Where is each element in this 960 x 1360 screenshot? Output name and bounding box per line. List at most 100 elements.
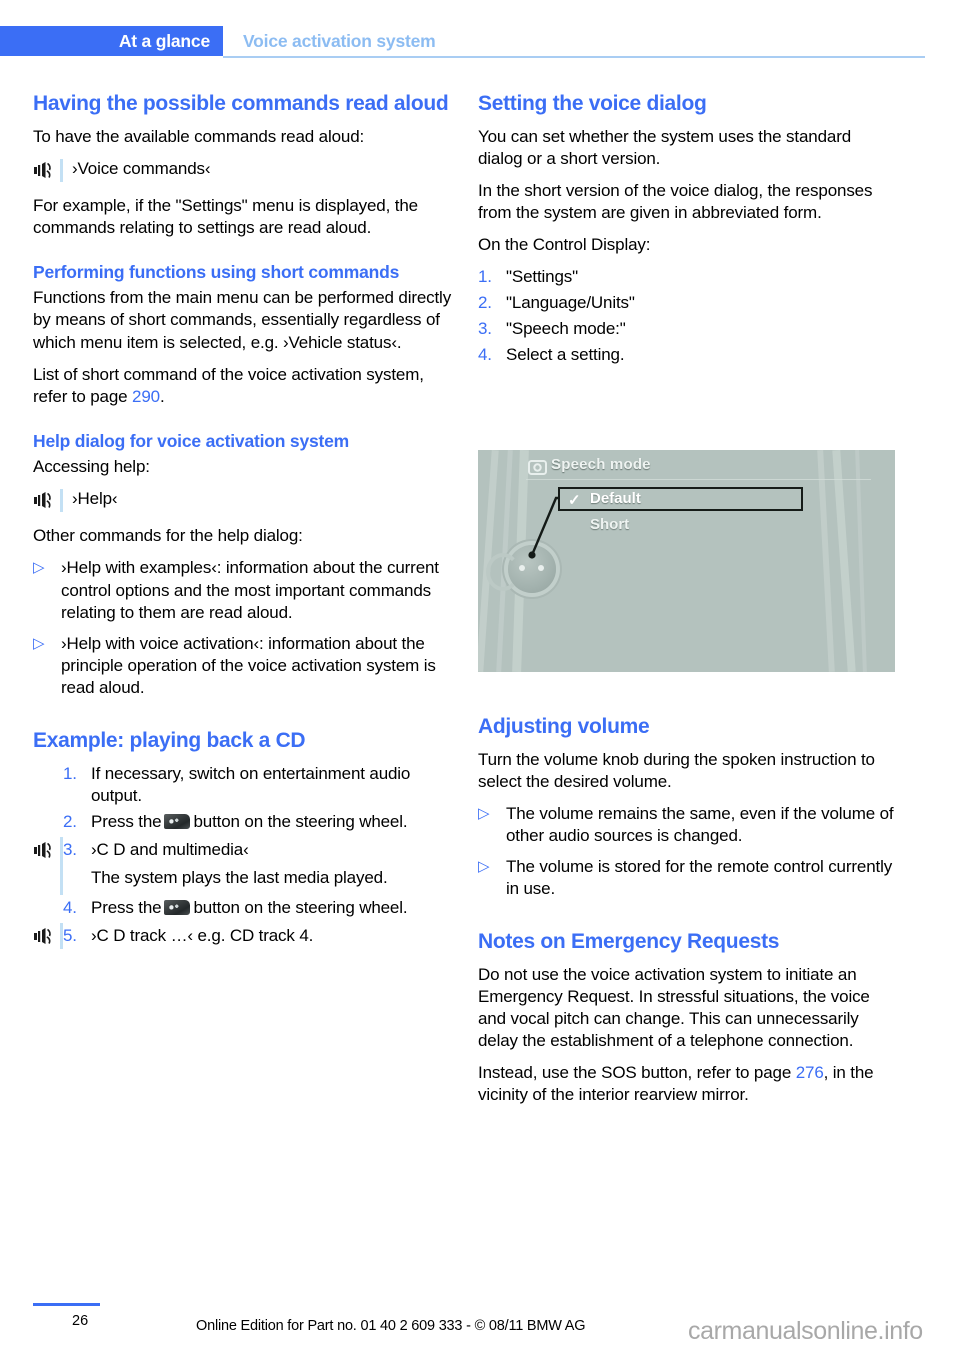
step-number: 1. [63,763,77,783]
step-number: 2. [478,293,492,313]
right-column-top: Setting the voice dialog You can set whe… [478,92,898,370]
list-item-step-3: 3. ›C D and multimedia‹ [33,836,453,895]
step-gutter [33,811,63,835]
text-short-commands-description: Functions from the main menu can be perf… [33,287,453,353]
heading-having-commands-read-aloud: Having the possible commands read aloud [33,92,449,115]
bullet-triangle-icon: ▷ [33,559,45,577]
footer-divider [33,1303,100,1306]
voice-command-row-voice-commands: ›Voice commands‹ [33,158,453,184]
heading-setting-voice-dialog: Setting the voice dialog [478,92,707,115]
list-item: ▷ The volume remains the same, even if t… [478,803,898,847]
right-column-bottom: Adjusting volume Turn the volume knob du… [478,715,898,1116]
list-item-step-2: 2. "Language/Units" [478,292,898,314]
header-divider [223,56,925,58]
option-short-label[interactable]: Short [590,516,629,533]
step-text: ›C D track …‹ e.g. CD track 4. [91,925,314,945]
list-item-step-3: 3. "Speech mode:" [478,318,898,340]
step-text-after: button on the steering wheel. [193,811,408,831]
list-item-step-1: 1. If necessary, switch on entertainment… [33,763,453,807]
left-column: Having the possible commands read aloud … [33,92,453,953]
text-short-command-list-reference: List of short command of the voice activ… [33,364,453,408]
heading-help-dialog: Help dialog for voice activation system [33,430,350,451]
page-number: 26 [72,1313,89,1329]
text-short-version-description: In the short version of the voice dialog… [478,180,873,222]
step-text: "Settings" [506,267,578,287]
steering-wheel-button-image [164,899,191,915]
step-3-result-text: The system plays the last media played. [91,867,388,887]
inline-command-help-with-voice-activation: ›Help with voice activation‹ [61,633,259,653]
bullet-text: The volume remains the same, even if the… [506,803,894,845]
voice-command-icon [33,489,63,513]
list-item: ▷ ›Help with examples‹: information abou… [33,557,453,623]
inline-command-help-with-examples: ›Help with examples‹ [61,558,217,578]
step-number: 3. [63,839,77,859]
breadcrumb-chapter: At a glance [0,26,223,56]
list-item: ▷ ›Help with voice activation‹: informat… [33,633,453,699]
heading-example-playing-cd: Example: playing back a CD [33,729,306,752]
voice-command-icon [34,841,51,858]
voice-command-row-help: ›Help‹ [33,488,453,514]
step-text: If necessary, switch on entertainment au… [91,763,411,805]
step-gutter [33,763,63,807]
text-emergency-warning: Do not use the voice activation system t… [478,964,870,1050]
text-short-commands-post: . [396,332,402,352]
footer-edition-note: Online Edition for Part no. 01 40 2 609 … [196,1318,586,1334]
page-header: At a glance Voice activation system [0,26,960,56]
watermark: carmanualsonline.info [688,1317,923,1345]
step-text: Select a setting. [506,345,625,365]
screen-title-divider [526,479,871,480]
text-ref-post: . [159,386,165,406]
voice-command-icon [33,158,63,182]
steering-wheel-button-image [164,813,191,829]
step-gutter [33,897,63,921]
step-text: "Speech mode:" [506,319,626,339]
step-number: 4. [478,345,492,365]
voice-command-text: ›Voice commands‹ [72,158,211,178]
text-dialog-standard-or-short: You can set whether the system uses the … [478,126,852,168]
controller-knob [486,545,556,593]
step-text-after: button on the steering wheel. [193,897,408,917]
heading-performing-functions-short-commands: Performing functions using short command… [33,261,400,282]
step-number: 5. [63,925,77,945]
settings-gear-icon [528,460,547,475]
voice-command-text: ›Help‹ [72,489,118,509]
step-text: "Language/Units" [506,293,635,313]
bullet-text: The volume is stored for the remote cont… [506,856,893,899]
page-link-290[interactable]: 290 [132,387,160,406]
step-text: Press the button on the steering wheel. [91,897,453,921]
step-number: 4. [63,897,77,917]
speech-mode-screen-image: Speech mode ✓ Default Short [478,450,895,672]
control-display-steps-list: 1. "Settings" 2. "Language/Units" 3. "Sp… [478,266,898,366]
text-on-control-display: On the Control Display: [478,234,651,254]
step-number: 1. [478,267,492,287]
step-text: ›C D and multimedia‹ [91,839,249,859]
step-gutter [33,922,63,949]
bullet-triangle-icon: ▷ [478,804,490,822]
screen-title: Speech mode [551,456,651,473]
bullet-triangle-icon: ▷ [33,634,45,652]
heading-adjusting-volume: Adjusting volume [478,715,650,738]
inline-command-vehicle-status: ›Vehicle status‹ [283,332,397,352]
list-item-step-2: 2. Press the button on the steering wheel… [33,811,453,835]
bullet-triangle-icon: ▷ [478,857,490,875]
option-default-label[interactable]: Default [590,490,641,507]
list-item-step-4: 4. Select a setting. [478,344,898,366]
heading-notes-emergency-requests: Notes on Emergency Requests [478,930,780,954]
text-volume-knob-instruction: Turn the volume knob during the spoken i… [478,749,875,791]
text-accessing-help: Accessing help: [33,457,150,477]
list-item-step-1: 1. "Settings" [478,266,898,288]
cd-steps-list: 1. If necessary, switch on entertainment… [33,763,453,949]
bullet-text: ›Help with examples‹: information about … [61,557,453,623]
list-item-step-4: 4. Press the button on the steering wheel… [33,897,453,921]
text-ref-pre: List of short command of the voice activ… [33,364,424,406]
step-text-before: Press the [91,811,162,831]
text-settings-menu-example: For example, if the "Settings" menu is d… [33,195,418,237]
checkmark-icon: ✓ [568,492,581,509]
bullet-text: ›Help with voice activation‹: informatio… [61,633,453,699]
page-link-276[interactable]: 276 [796,1063,824,1082]
help-bullet-list: ▷ ›Help with examples‹: information abou… [33,557,453,699]
text-sos-pre: Instead, use the SOS button, refer to pa… [478,1063,796,1083]
text-other-help-commands: Other commands for the help dialog: [33,526,303,546]
text-sos-button-reference: Instead, use the SOS button, refer to pa… [478,1062,898,1106]
list-item: ▷ The volume is stored for the remote co… [478,856,898,900]
